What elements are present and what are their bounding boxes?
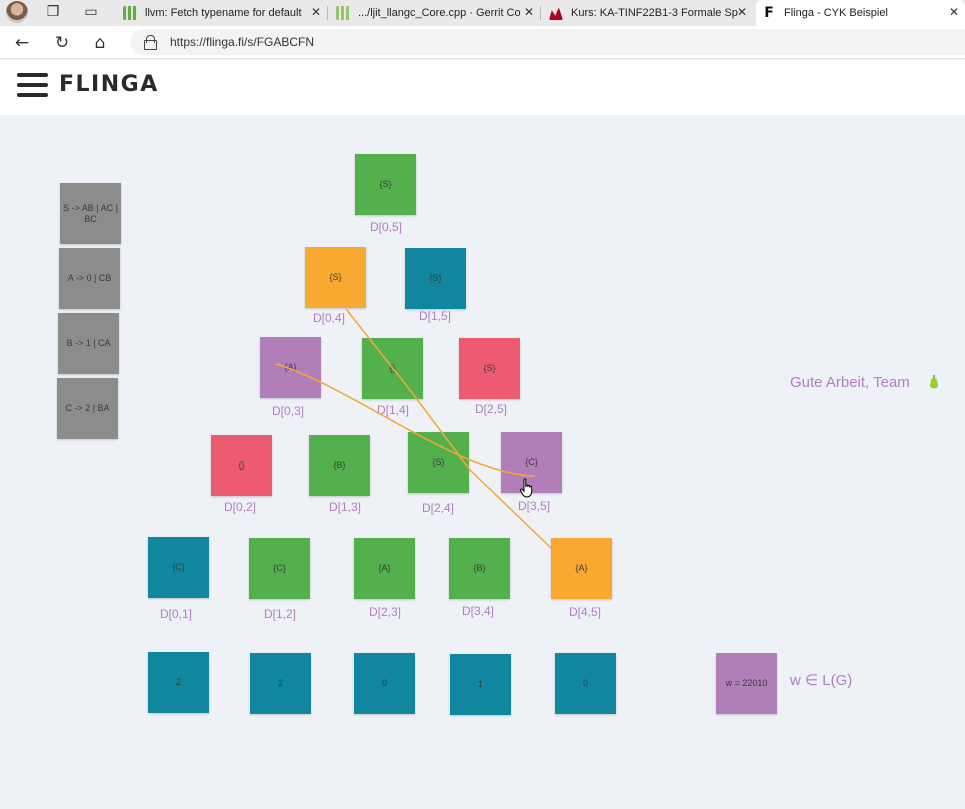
profile-avatar[interactable]: [6, 1, 28, 23]
input-symbol-card[interactable]: 1: [450, 654, 511, 715]
cyk-cell-d04[interactable]: {S}: [305, 247, 366, 308]
hamburger-menu-icon[interactable]: [17, 73, 48, 97]
gerrit-favicon-icon: [336, 6, 350, 20]
cyk-cell-d25[interactable]: {S}: [459, 338, 520, 399]
input-symbol-card[interactable]: 0: [354, 653, 415, 714]
address-bar[interactable]: https://flinga.fi/s/FGABCFN: [130, 29, 965, 55]
cell-label: D[0,3]: [272, 404, 305, 418]
grammar-rule-card[interactable]: B -> 1 | CA: [58, 313, 119, 374]
cell-label: D[1,2]: [264, 607, 297, 621]
tab-gerrit[interactable]: .../ljit_llangc_Core.cpp · Gerrit Co ✕: [330, 0, 540, 26]
membership-note[interactable]: w ∈ L(G): [790, 671, 852, 689]
moodle-favicon-icon: [549, 7, 563, 20]
cyk-cell-d15[interactable]: {S}: [405, 248, 466, 309]
browser-tab-strip: ❒ ▭ llvm: Fetch typename for default ✕ .…: [0, 0, 965, 26]
tab-divider: [540, 6, 541, 20]
cell-label: D[1,5]: [419, 309, 452, 323]
cyk-cell-d03[interactable]: {A}: [260, 337, 321, 398]
collections-icon[interactable]: ❒: [44, 3, 62, 21]
cell-label: D[2,3]: [369, 605, 402, 619]
cell-label: D[2,5]: [475, 402, 508, 416]
tab-title: llvm: Fetch typename for default: [145, 7, 302, 19]
back-arrow-icon[interactable]: ←: [11, 32, 33, 54]
cyk-cell-d14[interactable]: {}: [362, 338, 423, 399]
grammar-rule-card[interactable]: S -> AB | AC | BC: [60, 183, 121, 244]
cell-label: D[0,4]: [313, 311, 346, 325]
grammar-rule-card[interactable]: A -> 0 | CB: [59, 248, 120, 309]
llvm-favicon-icon: [123, 6, 137, 20]
close-tab-icon[interactable]: ✕: [524, 5, 534, 19]
close-tab-icon[interactable]: ✕: [311, 5, 321, 19]
cyk-cell-d23[interactable]: {A}: [354, 538, 415, 599]
tab-divider: [327, 6, 328, 20]
praise-note[interactable]: Gute Arbeit, Team: [790, 374, 910, 391]
cell-label: D[3,5]: [518, 499, 551, 513]
cyk-cell-d01[interactable]: {C}: [148, 537, 209, 598]
cell-label: D[0,2]: [224, 500, 257, 514]
tab-flinga[interactable]: F Flinga - CYK Beispiel ✕: [756, 0, 965, 26]
flinga-header: FLINGA: [0, 60, 965, 115]
tab-title: .../ljit_llangc_Core.cpp · Gerrit Co: [358, 7, 521, 19]
home-icon[interactable]: ⌂: [89, 32, 111, 54]
url-text[interactable]: https://flinga.fi/s/FGABCFN: [170, 35, 314, 49]
cyk-cell-d12[interactable]: {C}: [249, 538, 310, 599]
input-symbol-card[interactable]: 0: [555, 653, 616, 714]
cyk-cell-d45[interactable]: {A}: [551, 538, 612, 599]
cell-label: D[1,4]: [377, 403, 410, 417]
input-symbol-card[interactable]: 2: [250, 653, 311, 714]
grammar-rule-card[interactable]: C -> 2 | BA: [57, 378, 118, 439]
cell-label: D[1,3]: [329, 500, 362, 514]
browser-toolbar: ← ↻ ⌂ https://flinga.fi/s/FGABCFN: [0, 26, 965, 59]
cell-label: D[3,4]: [462, 604, 495, 618]
close-tab-icon[interactable]: ✕: [737, 5, 747, 19]
tab-title: Flinga - CYK Beispiel: [784, 7, 888, 19]
cell-label: D[4,5]: [569, 605, 602, 619]
tab-kurs[interactable]: Kurs: KA-TINF22B1-3 Formale Sp ✕: [543, 0, 753, 26]
pear-icon: [929, 375, 939, 389]
tab-actions-icon[interactable]: ▭: [82, 3, 100, 21]
flinga-favicon-icon: F: [764, 5, 774, 21]
word-card[interactable]: w = 22010: [716, 653, 777, 714]
cyk-cell-d05[interactable]: {S}: [355, 154, 416, 215]
cyk-cell-d13[interactable]: {B}: [309, 435, 370, 496]
hand-cursor-icon: [519, 478, 533, 498]
cyk-cell-d34[interactable]: {B}: [449, 538, 510, 599]
cell-label: D[0,5]: [370, 220, 403, 234]
lock-icon: [144, 35, 157, 50]
tab-llvm[interactable]: llvm: Fetch typename for default ✕: [117, 0, 327, 26]
cyk-cell-d02[interactable]: {}: [211, 435, 272, 496]
tab-title: Kurs: KA-TINF22B1-3 Formale Sp: [571, 7, 738, 19]
cyk-cell-d24[interactable]: {S}: [408, 432, 469, 493]
cell-label: D[0,1]: [160, 607, 193, 621]
flinga-logo: FLINGA: [59, 72, 159, 97]
reload-icon[interactable]: ↻: [51, 32, 73, 54]
cell-label: D[2,4]: [422, 501, 455, 515]
input-symbol-card[interactable]: 2: [148, 652, 209, 713]
close-tab-icon[interactable]: ✕: [949, 5, 959, 19]
